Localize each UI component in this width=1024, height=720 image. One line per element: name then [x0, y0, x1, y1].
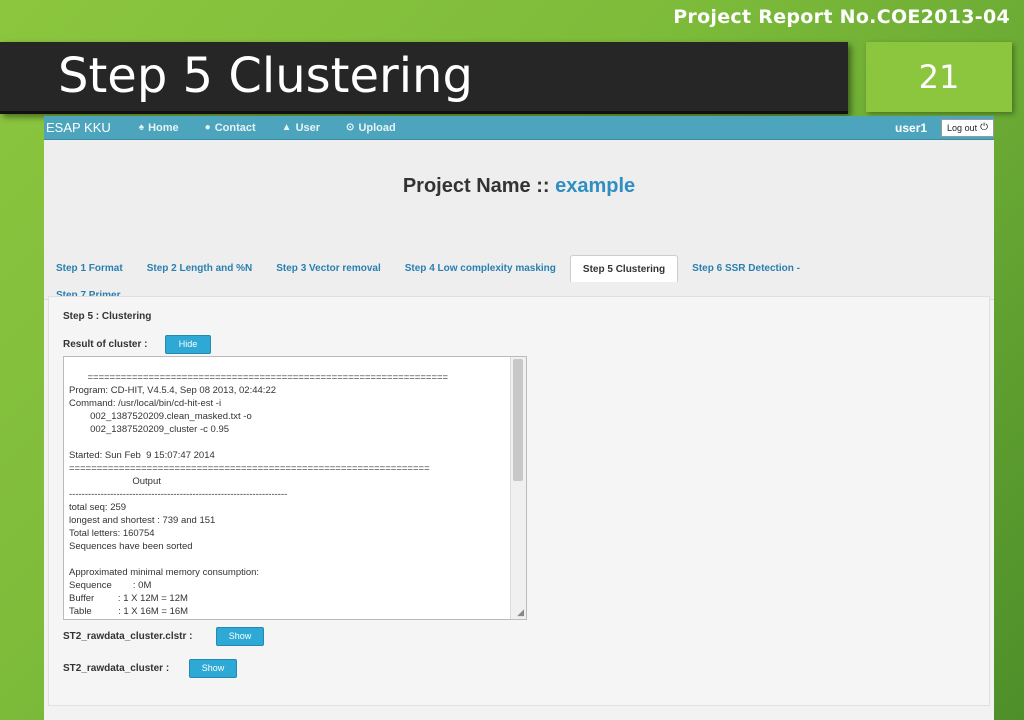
- report-number: Project Report No.COE2013-04: [673, 6, 1010, 28]
- step-title: Step 5 : Clustering: [63, 311, 152, 322]
- nav-upload[interactable]: ⊙ Upload: [346, 122, 396, 134]
- logout-label: Log out: [947, 122, 978, 133]
- output-line: Sequences have been sorted: [69, 541, 193, 552]
- resize-grip-icon[interactable]: ◢: [517, 607, 524, 618]
- project-title-prefix: Project Name ::: [402, 175, 550, 197]
- brand-link[interactable]: ESAP KKU: [46, 120, 111, 135]
- tab-step-2[interactable]: Step 2 Length and %N: [147, 255, 253, 282]
- project-header-section: Project Name :: example Step 1 Format St…: [44, 140, 994, 301]
- upload-icon: ⊙: [346, 122, 355, 133]
- output-line: Sequence : 0M: [69, 580, 152, 591]
- textarea-scrollbar[interactable]: [510, 357, 526, 619]
- page-number: 21: [918, 58, 960, 96]
- output-line: ========================================…: [69, 372, 449, 383]
- output-line: Table : 1 X 16M = 16M: [69, 606, 189, 617]
- output-line: Started: Sun Feb 9 15:07:47 2014: [69, 450, 215, 461]
- project-title: Project Name :: example: [44, 175, 994, 198]
- show-clstr-button[interactable]: Show: [216, 627, 264, 646]
- tab-step-6-dropdown[interactable]: Step 6 SSR Detection -: [692, 255, 800, 282]
- nav-right: user1 Log out ⏻: [895, 118, 994, 137]
- show-cluster-button[interactable]: Show: [189, 659, 237, 678]
- tab-step-4[interactable]: Step 4 Low complexity masking: [405, 255, 556, 282]
- hide-button[interactable]: Hide: [165, 335, 211, 354]
- clstr-file-label: ST2_rawdata_cluster.clstr :: [63, 631, 193, 642]
- app-screenshot: ESAP KKU ♠ Home ● Contact ▲ User ⊙ Uploa…: [44, 116, 994, 720]
- slide-title: Step 5 Clustering: [58, 48, 473, 104]
- tab-row-1: Step 1 Format Step 2 Length and %N Step …: [56, 255, 986, 282]
- output-line: Total letters: 160754: [69, 528, 155, 539]
- cluster-file-label: ST2_rawdata_cluster :: [63, 663, 170, 674]
- output-line: Command: /usr/local/bin/cd-hit-est -i: [69, 398, 222, 409]
- tab-step-5[interactable]: Step 5 Clustering: [569, 255, 679, 282]
- output-line: longest and shortest : 739 and 151: [69, 515, 216, 526]
- info-icon: ●: [204, 122, 211, 133]
- output-line: total seq: 259: [69, 502, 127, 513]
- nav-contact[interactable]: ● Contact: [205, 122, 256, 134]
- nav-upload-label: Upload: [358, 121, 396, 134]
- tab-step-3[interactable]: Step 3 Vector removal: [276, 255, 381, 282]
- logout-button[interactable]: Log out ⏻: [941, 118, 994, 137]
- output-line: 002_1387520209_cluster -c 0.95: [69, 424, 230, 435]
- output-line: Approximated minimal memory consumption:: [69, 567, 260, 578]
- result-label: Result of cluster :: [63, 339, 148, 350]
- navbar: ESAP KKU ♠ Home ● Contact ▲ User ⊙ Uploa…: [44, 116, 994, 140]
- output-line: 002_1387520209.clean_masked.txt -o: [69, 411, 252, 422]
- output-line: Program: CD-HIT, V4.5.4, Sep 08 2013, 02…: [69, 385, 277, 396]
- nav-contact-label: Contact: [214, 121, 256, 134]
- nav-home-label: Home: [148, 121, 179, 134]
- output-line: Output: [69, 476, 161, 487]
- output-line: Buffer : 1 X 12M = 12M: [69, 593, 188, 604]
- nav-home[interactable]: ♠ Home: [139, 122, 179, 134]
- username: user1: [895, 120, 928, 135]
- output-line: ========================================…: [69, 463, 430, 474]
- output-line: ----------------------------------------…: [69, 489, 288, 500]
- project-name: example: [555, 175, 636, 197]
- scroll-thumb[interactable]: [513, 359, 523, 481]
- power-icon: ⏻: [980, 122, 988, 133]
- tab-step-1[interactable]: Step 1 Format: [56, 255, 123, 282]
- nav-user[interactable]: ▲ User: [282, 122, 320, 134]
- cluster-output-textarea[interactable]: ========================================…: [63, 356, 527, 620]
- nav-user-label: User: [295, 121, 321, 134]
- home-icon: ♠: [138, 122, 145, 133]
- user-icon: ▲: [281, 122, 292, 133]
- step-panel: Step 5 : Clustering Result of cluster : …: [48, 296, 990, 706]
